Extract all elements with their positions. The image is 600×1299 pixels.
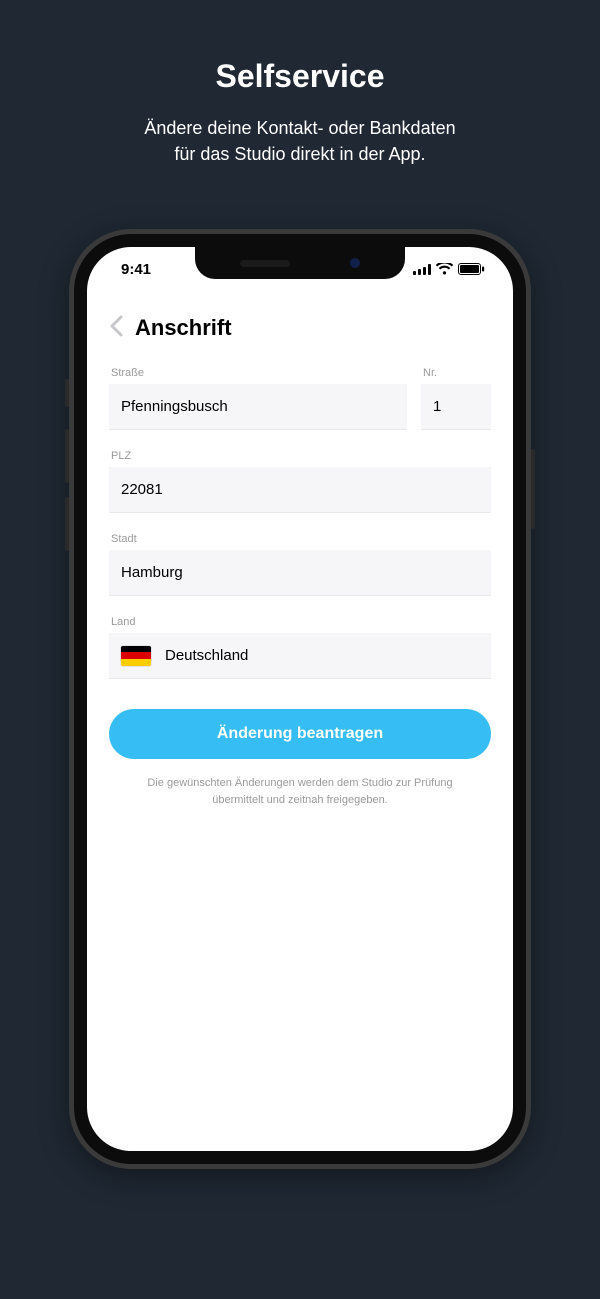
country-select[interactable]: Deutschland (109, 633, 491, 679)
number-input[interactable] (421, 384, 491, 430)
cellular-icon (413, 264, 431, 275)
zip-input[interactable] (109, 467, 491, 513)
volume-down-button (65, 497, 69, 551)
phone-frame: 9:41 Anschrift Straße (69, 229, 531, 1169)
street-input[interactable] (109, 384, 407, 430)
country-label: Land (109, 616, 491, 628)
promo-title: Selfservice (215, 58, 384, 95)
wifi-icon (436, 263, 453, 275)
city-input[interactable] (109, 550, 491, 596)
country-value: Deutschland (165, 647, 248, 664)
back-icon[interactable] (109, 315, 123, 341)
mute-switch (65, 379, 69, 407)
street-label: Straße (109, 367, 407, 379)
phone-screen: 9:41 Anschrift Straße (87, 247, 513, 1151)
power-button (531, 449, 535, 529)
help-text: Die gewünschten Änderungen werden dem St… (109, 775, 491, 808)
app-content: Anschrift Straße Nr. PLZ (87, 291, 513, 1151)
battery-icon (458, 263, 485, 275)
number-label: Nr. (421, 367, 491, 379)
volume-up-button (65, 429, 69, 483)
promo-subtitle-line1: Ändere deine Kontakt- oder Bankdaten (144, 118, 455, 138)
promo-subtitle: Ändere deine Kontakt- oder Bankdaten für… (144, 115, 455, 167)
promo-subtitle-line2: für das Studio direkt in der App. (174, 144, 425, 164)
germany-flag-icon (121, 646, 151, 666)
page-title: Anschrift (135, 315, 232, 341)
phone-notch (195, 247, 405, 279)
zip-label: PLZ (109, 450, 491, 462)
status-time: 9:41 (121, 261, 151, 278)
submit-button[interactable]: Änderung beantragen (109, 709, 491, 759)
city-label: Stadt (109, 533, 491, 545)
status-icons (413, 263, 485, 275)
